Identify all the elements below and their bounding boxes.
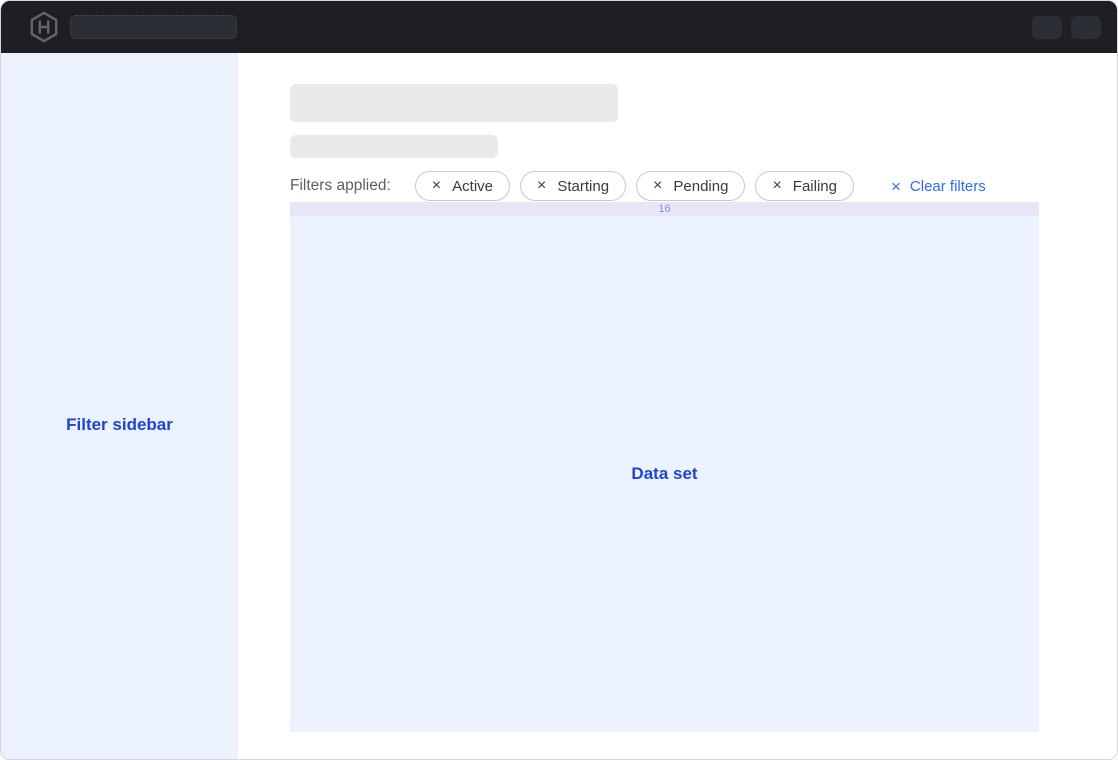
chip-dismiss-icon[interactable]: × (537, 178, 546, 194)
chip-label: Pending (673, 178, 728, 195)
clear-filters-x-icon: × (891, 178, 901, 195)
dataset-body: Data set (290, 216, 1039, 732)
filter-chip[interactable]: × Pending (636, 171, 745, 201)
filter-chip[interactable]: × Active (415, 171, 510, 201)
dataset-header-bar: 16 (290, 202, 1039, 216)
topbar-actions (1032, 16, 1101, 39)
filter-sidebar: Filter sidebar (1, 53, 238, 760)
chip-label: Starting (557, 178, 609, 195)
filters-applied-row: Filters applied: × Active × Starting × P… (290, 171, 1117, 201)
topbar-action-placeholder-2[interactable] (1071, 16, 1101, 39)
chip-label: Failing (793, 178, 837, 195)
filter-sidebar-label: Filter sidebar (66, 415, 173, 435)
page-layout: Filter sidebar Filters applied: × Active… (1, 53, 1117, 760)
filter-chips: × Active × Starting × Pending × Failing (415, 171, 854, 201)
chip-dismiss-icon[interactable]: × (653, 178, 662, 194)
topbar-action-placeholder-1[interactable] (1032, 16, 1062, 39)
search-input-placeholder[interactable] (70, 15, 237, 39)
chip-dismiss-icon[interactable]: × (432, 178, 441, 194)
filter-chip[interactable]: × Starting (520, 171, 626, 201)
top-nav-bar (1, 1, 1117, 53)
app-window: Filter sidebar Filters applied: × Active… (0, 0, 1118, 760)
page-title-skeleton (290, 84, 618, 122)
chip-label: Active (452, 178, 493, 195)
filters-applied-label: Filters applied: (290, 177, 391, 195)
filter-chip[interactable]: × Failing (755, 171, 854, 201)
main-content: Filters applied: × Active × Starting × P… (238, 53, 1117, 760)
clear-filters-label: Clear filters (910, 178, 986, 195)
dataset-region: 16 Data set (290, 202, 1039, 732)
page-subtitle-skeleton (290, 135, 498, 158)
clear-filters-button[interactable]: × Clear filters (891, 178, 986, 195)
hashicorp-logo-icon (29, 11, 59, 43)
chip-dismiss-icon[interactable]: × (772, 178, 781, 194)
hashicorp-logo[interactable] (29, 11, 59, 43)
dataset-label: Data set (631, 464, 697, 484)
